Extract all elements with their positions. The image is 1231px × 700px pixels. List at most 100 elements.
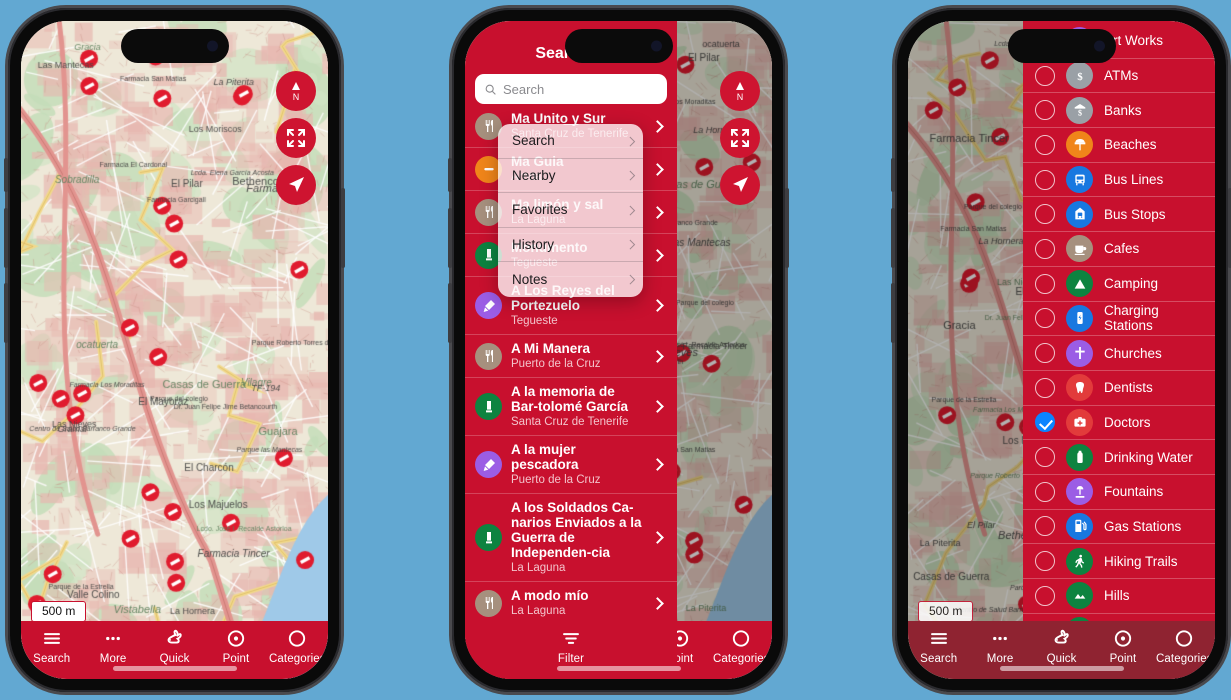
category-checkbox[interactable]	[1035, 516, 1055, 537]
category-row[interactable]: $ ATMs	[1023, 59, 1215, 94]
chevron-right-icon	[625, 170, 635, 180]
tab-more-label: More	[986, 653, 1014, 665]
tab-more[interactable]: More	[82, 628, 143, 665]
list-item-title: A la mujer pescadora	[511, 442, 579, 472]
dropdown-item-search[interactable]: Search	[498, 124, 643, 159]
tab-point[interactable]: Point	[205, 628, 266, 665]
category-row[interactable]: Beaches	[1023, 128, 1215, 163]
category-checkbox[interactable]	[1035, 238, 1055, 259]
category-row[interactable]: Doctors	[1023, 406, 1215, 441]
list-item-subtitle: La Laguna	[511, 562, 566, 574]
search-input-wrap[interactable]: Search	[475, 74, 667, 104]
dynamic-island-3	[1007, 29, 1116, 63]
category-row[interactable]: Cafes	[1023, 232, 1215, 267]
compass-north-icon: N	[736, 82, 744, 102]
phone-1-volume-button	[4, 283, 8, 343]
categories-list[interactable]: Art Works $ ATMs $ Banks Beaches Bus Lines Bus …	[1023, 24, 1215, 679]
category-checkbox[interactable]	[1035, 481, 1055, 502]
category-checkbox[interactable]	[1035, 134, 1055, 155]
coffee-cup-icon	[1066, 235, 1093, 263]
dynamic-island-2	[564, 29, 673, 63]
category-row[interactable]: Hills	[1023, 579, 1215, 614]
locate-control[interactable]	[720, 165, 760, 205]
search-mode-dropdown[interactable]: Search Nearby Favorites History Notes	[498, 124, 643, 297]
tab-more[interactable]: More	[969, 628, 1030, 665]
compass-control[interactable]: N	[276, 71, 316, 111]
category-row[interactable]: $ Banks	[1023, 93, 1215, 129]
dropdown-item-nearby[interactable]: Nearby	[498, 159, 643, 193]
category-checkbox[interactable]	[1035, 343, 1055, 364]
hamburger-icon	[928, 628, 950, 649]
category-row[interactable]: Camping	[1023, 267, 1215, 302]
tab-categories[interactable]: Categories	[1154, 628, 1215, 665]
dropdown-item-label: Nearby	[512, 167, 556, 183]
category-label: Churches	[1104, 345, 1162, 361]
category-label: Camping	[1104, 276, 1159, 292]
dropdown-item-favorites[interactable]: Favorites	[498, 193, 643, 228]
list-item[interactable]: A la memoria de Bar-​tolomé García Santa …	[465, 378, 677, 436]
category-checkbox[interactable]	[1035, 273, 1055, 294]
bus-icon	[1066, 166, 1093, 194]
category-checkbox[interactable]	[1035, 308, 1055, 329]
list-item[interactable]: A los Soldados Ca-​narios Enviados a la …	[465, 494, 677, 582]
medical-bag-icon	[1066, 408, 1093, 436]
compass-control[interactable]: N	[720, 71, 760, 111]
category-checkbox[interactable]	[1035, 169, 1055, 190]
expand-control[interactable]	[276, 118, 316, 158]
tab-filter[interactable]: Filter	[465, 628, 677, 665]
list-item-title: A modo mío	[511, 588, 589, 603]
category-checkbox[interactable]	[1035, 585, 1055, 606]
list-item[interactable]: A la mujer pescadora Puerto de la Cruz	[465, 436, 677, 494]
locate-control[interactable]	[276, 165, 316, 205]
category-checkbox[interactable]	[1035, 65, 1055, 86]
category-row[interactable]: Fountains	[1023, 475, 1215, 510]
tab-point[interactable]: Point	[1092, 628, 1153, 665]
category-row[interactable]: Gas Stations	[1023, 510, 1215, 545]
chevron-right-icon	[651, 205, 664, 219]
list-item[interactable]: A Mi Manera Puerto de la Cruz	[465, 335, 677, 378]
tab-categories[interactable]: Categories	[267, 628, 328, 665]
charging-icon	[1066, 304, 1093, 332]
map-scale-label: 500 m	[929, 604, 963, 618]
expand-control[interactable]	[720, 118, 760, 158]
category-row[interactable]: Dentists	[1023, 371, 1215, 406]
fountain-icon	[1066, 478, 1093, 506]
dropdown-item-history[interactable]: History	[498, 228, 643, 262]
restaurant-icon	[475, 342, 502, 370]
artwork-icon	[475, 451, 502, 478]
map-view-1[interactable]	[21, 21, 328, 679]
category-checkbox[interactable]	[1035, 100, 1055, 121]
list-item-subtitle: Puerto de la Cruz	[511, 358, 601, 370]
category-row[interactable]: Churches	[1023, 336, 1215, 371]
tent-icon	[1066, 270, 1093, 298]
category-checkbox[interactable]	[1035, 412, 1055, 433]
category-row[interactable]: Drinking Water	[1023, 440, 1215, 475]
category-checkbox[interactable]	[1035, 204, 1055, 225]
category-row[interactable]: Charging Stations	[1023, 302, 1215, 337]
phone-2-power-button	[785, 188, 789, 268]
category-row[interactable]: Bus Lines	[1023, 163, 1215, 198]
phone-2-volume-button	[448, 283, 452, 343]
svg-text:$: $	[1077, 72, 1083, 83]
svg-text:N: N	[293, 92, 300, 102]
list-item[interactable]: A modo mío La Laguna	[465, 582, 677, 621]
front-camera-3	[1093, 40, 1105, 52]
ellipsis-icon	[102, 628, 124, 649]
tab-search[interactable]: Search	[21, 628, 82, 665]
tab-quick[interactable]: Quick	[144, 628, 205, 665]
category-checkbox[interactable]	[1035, 377, 1055, 398]
category-checkbox[interactable]	[1035, 447, 1055, 468]
category-row[interactable]: Bus Stops	[1023, 197, 1215, 233]
category-label: Doctors	[1104, 414, 1151, 430]
tab-search[interactable]: Search	[908, 628, 969, 665]
category-checkbox[interactable]	[1035, 551, 1055, 572]
category-row[interactable]: Hiking Trails	[1023, 544, 1215, 579]
phone-2-search: N Search Search Ma Unito y Sur Portezuel…	[448, 8, 789, 692]
tab-categories[interactable]: Categories	[711, 628, 772, 665]
list-item-title: A la memoria de Bar-​tolomé García	[511, 384, 629, 414]
dropdown-item-notes[interactable]: Notes	[498, 262, 643, 297]
tab-quick[interactable]: Quick	[1031, 628, 1092, 665]
dynamic-island-1	[120, 29, 229, 63]
chevron-right-icon	[651, 349, 664, 363]
svg-text:$: $	[1078, 109, 1082, 118]
